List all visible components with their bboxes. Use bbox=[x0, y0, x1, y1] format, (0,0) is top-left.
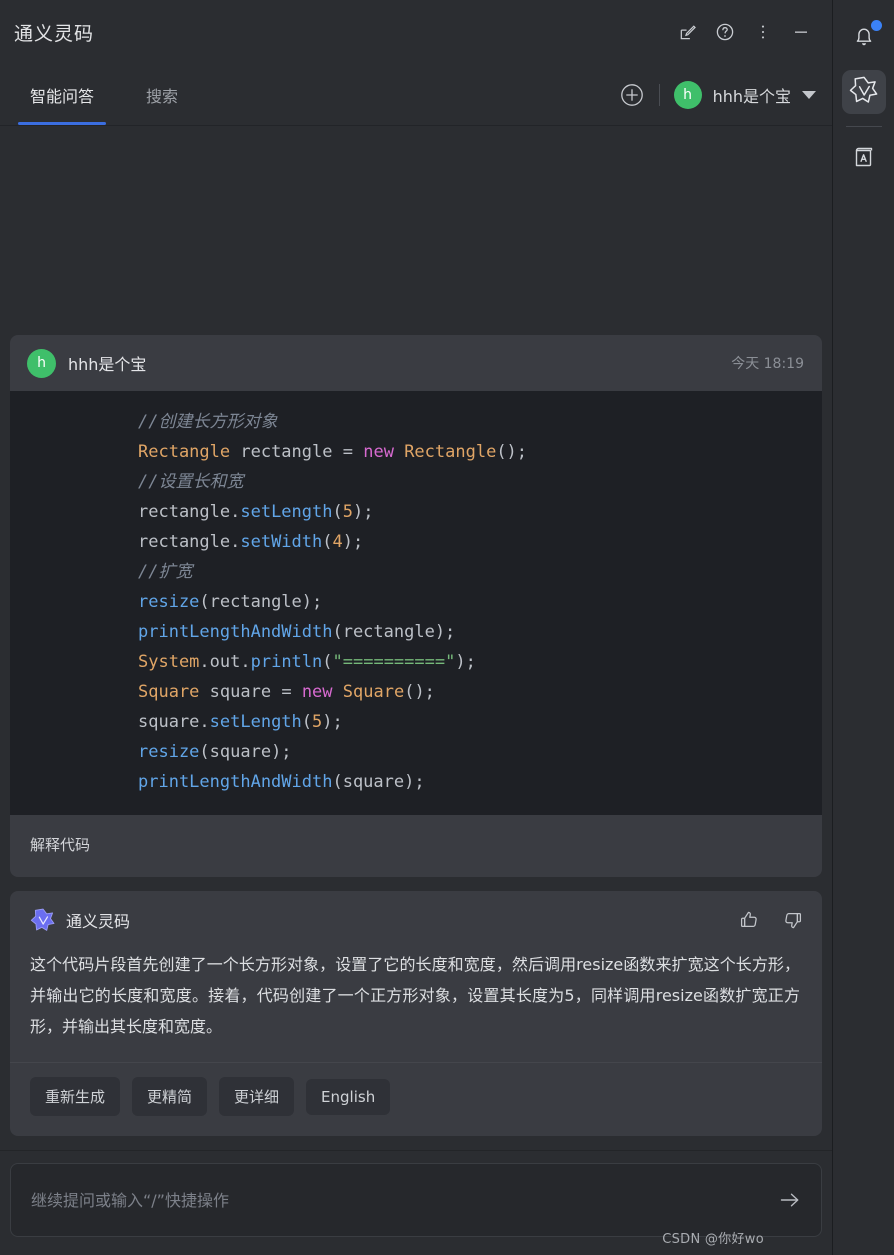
title-bar-actions bbox=[672, 17, 816, 47]
composer-area: CSDN @你好wo bbox=[0, 1150, 832, 1255]
assistant-action-bar: 重新生成 更精简 更详细 English bbox=[10, 1062, 822, 1136]
conversation-spacer bbox=[10, 126, 822, 335]
more-detailed-button[interactable]: 更详细 bbox=[219, 1077, 295, 1116]
tab-search[interactable]: 搜索 bbox=[124, 64, 200, 125]
title-bar: 通义灵码 bbox=[0, 0, 832, 64]
thumbs-up-icon[interactable] bbox=[738, 909, 760, 931]
code-block[interactable]: //创建长方形对象 Rectangle rectangle = new Rect… bbox=[10, 391, 822, 815]
english-button[interactable]: English bbox=[306, 1078, 391, 1115]
app-window: 通义灵码 智能问答 搜索 h hhh是个宝 h hhh是个宝 今天 18:19 … bbox=[0, 0, 894, 1255]
chevron-down-icon[interactable] bbox=[802, 90, 816, 99]
user-message-card: h hhh是个宝 今天 18:19 //创建长方形对象 Rectangle re… bbox=[10, 335, 822, 877]
feedback-group bbox=[738, 909, 804, 931]
divider bbox=[658, 83, 660, 106]
message-header: h hhh是个宝 今天 18:19 bbox=[10, 335, 822, 391]
code-content: //创建长方形对象 Rectangle rectangle = new Rect… bbox=[138, 412, 528, 792]
tongyi-logo-icon bbox=[30, 907, 56, 933]
user-name: hhh是个宝 bbox=[712, 86, 791, 106]
tab-smart-qa[interactable]: 智能问答 bbox=[8, 64, 116, 125]
tab-bar: 智能问答 搜索 h hhh是个宝 bbox=[0, 64, 832, 126]
chat-input[interactable] bbox=[31, 1190, 777, 1210]
thumbs-down-icon[interactable] bbox=[782, 909, 804, 931]
help-icon[interactable] bbox=[710, 17, 740, 47]
message-user-name: hhh是个宝 bbox=[68, 355, 147, 374]
tab-list: 智能问答 搜索 bbox=[0, 64, 200, 125]
user-prompt-text: 解释代码 bbox=[10, 815, 822, 877]
assistant-answer-card: 通义灵码 这个代码片段首先创建了一个长方形对象，设置了它的长度和宽度，然后调用r… bbox=[10, 891, 822, 1136]
rail-item-tongyi[interactable] bbox=[841, 70, 886, 114]
avatar: h bbox=[27, 348, 56, 378]
bell-icon[interactable] bbox=[833, 8, 894, 64]
composer[interactable] bbox=[10, 1163, 822, 1237]
watermark: CSDN @你好wo bbox=[662, 1232, 764, 1247]
message-timestamp: 今天 18:19 bbox=[731, 356, 804, 372]
compose-icon[interactable] bbox=[672, 17, 702, 47]
right-rail bbox=[833, 0, 894, 1255]
main-panel: 通义灵码 智能问答 搜索 h hhh是个宝 h hhh是个宝 今天 18:19 … bbox=[0, 0, 833, 1255]
assistant-header: 通义灵码 bbox=[10, 891, 822, 943]
conversation-area[interactable]: h hhh是个宝 今天 18:19 //创建长方形对象 Rectangle re… bbox=[0, 126, 832, 1150]
plus-circle-icon[interactable] bbox=[619, 82, 645, 108]
avatar: h bbox=[673, 80, 702, 109]
user-menu[interactable]: h hhh是个宝 bbox=[673, 80, 816, 109]
minimize-icon[interactable] bbox=[786, 17, 816, 47]
rail-divider bbox=[845, 126, 882, 127]
assistant-name: 通义灵码 bbox=[66, 912, 131, 931]
tab-bar-right: h hhh是个宝 bbox=[619, 64, 832, 125]
tongyi-logo-icon bbox=[849, 75, 879, 110]
dictionary-icon bbox=[850, 143, 878, 176]
assistant-answer-text: 这个代码片段首先创建了一个长方形对象，设置了它的长度和宽度，然后调用resize… bbox=[30, 955, 800, 1036]
notification-dot bbox=[871, 20, 882, 31]
app-title: 通义灵码 bbox=[14, 22, 95, 45]
rail-item-dictionary[interactable] bbox=[842, 137, 886, 181]
more-icon[interactable] bbox=[748, 17, 778, 47]
regenerate-button[interactable]: 重新生成 bbox=[30, 1077, 121, 1116]
arrow-right-icon[interactable] bbox=[777, 1187, 803, 1213]
more-concise-button[interactable]: 更精简 bbox=[132, 1077, 208, 1116]
